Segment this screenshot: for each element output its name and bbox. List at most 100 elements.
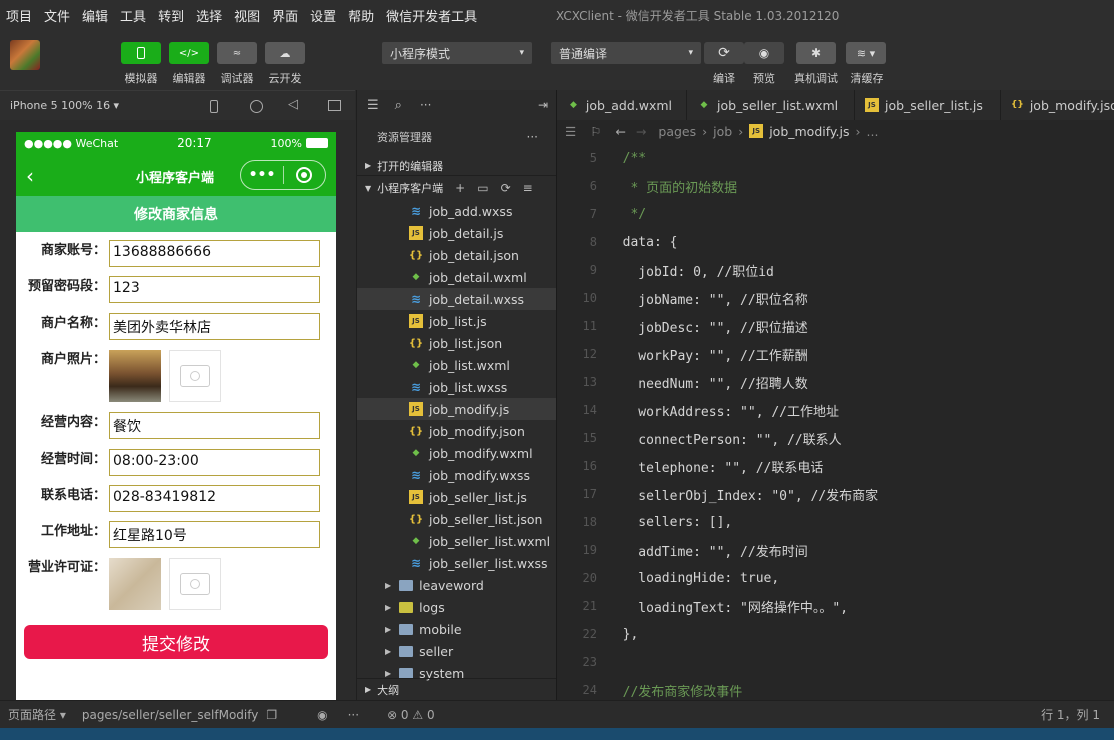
- more-icon[interactable]: ···: [420, 98, 431, 112]
- line-number: 20: [582, 571, 597, 585]
- upload-photo-button[interactable]: [169, 350, 221, 402]
- avatar[interactable]: [10, 40, 40, 70]
- problems-indicator[interactable]: ⊗ 0 ⚠ 0: [387, 708, 435, 722]
- more-icon[interactable]: ···: [348, 708, 359, 722]
- menu-ui[interactable]: 界面: [266, 6, 304, 25]
- folder-item[interactable]: ▶ seller: [357, 640, 556, 662]
- volume-icon[interactable]: ◁: [288, 97, 298, 112]
- file-item[interactable]: ≋ job_add.wxss: [357, 200, 556, 222]
- record-icon[interactable]: [250, 100, 263, 113]
- file-item[interactable]: ◆ job_modify.wxml: [357, 442, 556, 464]
- search-icon[interactable]: ⌕: [395, 98, 402, 113]
- folder-item[interactable]: ▶ mobile: [357, 618, 556, 640]
- preview-button[interactable]: ◉: [744, 42, 784, 64]
- hours-field[interactable]: 08:00-23:00: [109, 449, 320, 476]
- new-file-icon[interactable]: +: [455, 181, 465, 195]
- list-icon[interactable]: ☰: [367, 98, 379, 113]
- submit-button[interactable]: 提交修改: [24, 625, 328, 659]
- more-icon[interactable]: •••: [241, 167, 283, 183]
- forward-icon[interactable]: →: [636, 124, 646, 139]
- copy-icon[interactable]: ❐: [266, 708, 277, 722]
- file-item[interactable]: ◆ job_detail.wxml: [357, 266, 556, 288]
- back-icon[interactable]: ←: [615, 124, 625, 139]
- cursor-position[interactable]: 行 1，列 1: [1041, 706, 1100, 723]
- folder-item[interactable]: ▶ leaveword: [357, 574, 556, 596]
- file-item[interactable]: ≋ job_seller_list.wxss: [357, 552, 556, 574]
- menu-file[interactable]: 文件: [38, 6, 76, 25]
- bookmark-icon[interactable]: ⚐: [590, 124, 601, 139]
- file-item[interactable]: {} job_modify.json: [357, 420, 556, 442]
- eye-icon[interactable]: ◉: [317, 708, 327, 722]
- file-item[interactable]: ≋ job_modify.wxss: [357, 464, 556, 486]
- shop-photo-thumbnail[interactable]: [109, 350, 161, 402]
- menu-project[interactable]: 项目: [0, 6, 38, 25]
- device-select[interactable]: iPhone 5 100% 16 ▾: [10, 99, 119, 112]
- crumb-job[interactable]: job: [713, 124, 732, 139]
- detach-icon[interactable]: [328, 100, 341, 111]
- file-item[interactable]: ≋ job_detail.wxss: [357, 288, 556, 310]
- collapse-icon[interactable]: ≡: [523, 181, 533, 195]
- tab-job-add-wxml[interactable]: ◆ job_add.wxml: [557, 90, 687, 120]
- tab-job-seller-list-js[interactable]: JS job_seller_list.js: [855, 90, 1001, 120]
- new-folder-icon[interactable]: ▭: [477, 181, 488, 195]
- code-text: */: [607, 206, 647, 222]
- name-field[interactable]: 美团外卖华林店: [109, 313, 320, 340]
- file-item[interactable]: ≋ job_list.wxss: [357, 376, 556, 398]
- preview-label: 预览: [753, 72, 775, 85]
- crumb-more[interactable]: ...: [867, 124, 879, 139]
- file-item[interactable]: {} job_list.json: [357, 332, 556, 354]
- close-mini-icon[interactable]: [284, 167, 325, 183]
- line-number: 10: [582, 291, 597, 305]
- list-icon[interactable]: ☰: [565, 124, 576, 139]
- file-item[interactable]: {} job_seller_list.json: [357, 508, 556, 530]
- project-section[interactable]: ▼ 小程序客户端 + ▭ ⟳ ≡: [357, 178, 556, 198]
- open-editors-section[interactable]: ▶ 打开的编辑器: [357, 156, 556, 176]
- clear-cache-button[interactable]: ≋ ▾: [846, 42, 886, 64]
- phone-icon[interactable]: [210, 100, 218, 113]
- menu-wechat-devtools[interactable]: 微信开发者工具: [380, 6, 483, 25]
- refresh-icon[interactable]: ⟳: [501, 181, 511, 195]
- folder-item[interactable]: ▶ logs: [357, 596, 556, 618]
- back-icon[interactable]: ‹: [26, 164, 34, 188]
- split-icon[interactable]: ⇥: [538, 98, 548, 112]
- password-field[interactable]: 123: [109, 276, 320, 303]
- editor-toggle-button[interactable]: </>: [169, 42, 209, 64]
- license-thumbnail[interactable]: [109, 558, 161, 610]
- mode-select[interactable]: 小程序模式 ▾: [382, 42, 532, 64]
- compile-button[interactable]: ⟳: [704, 42, 744, 64]
- file-item[interactable]: ◆ job_list.wxml: [357, 354, 556, 376]
- file-item[interactable]: JS job_detail.js: [357, 222, 556, 244]
- phone-field[interactable]: 028-83419812: [109, 485, 320, 512]
- file-item[interactable]: JS job_modify.js: [357, 398, 556, 420]
- account-field[interactable]: 13688886666: [109, 240, 320, 267]
- file-item[interactable]: JS job_seller_list.js: [357, 486, 556, 508]
- upload-license-button[interactable]: [169, 558, 221, 610]
- menu-edit[interactable]: 编辑: [76, 6, 114, 25]
- crumb-pages[interactable]: pages: [658, 124, 696, 139]
- cloud-dev-button[interactable]: ☁: [265, 42, 305, 64]
- menu-settings[interactable]: 设置: [304, 6, 342, 25]
- crumb-file[interactable]: job_modify.js: [769, 124, 849, 139]
- code-line: 14 workAddress: "", //工作地址: [557, 396, 1114, 424]
- outline-section[interactable]: ▶ 大纲: [357, 678, 556, 700]
- tab-job-modify-json[interactable]: {} job_modify.json: [1001, 90, 1114, 120]
- address-field[interactable]: 红星路10号: [109, 521, 320, 548]
- menu-help[interactable]: 帮助: [342, 6, 380, 25]
- simulator-toggle-button[interactable]: [121, 42, 161, 64]
- menu-tools[interactable]: 工具: [114, 6, 152, 25]
- file-item[interactable]: JS job_list.js: [357, 310, 556, 332]
- compile-select[interactable]: 普通编译 ▾: [551, 42, 701, 64]
- capsule-menu[interactable]: •••: [240, 160, 326, 190]
- page-path-select[interactable]: 页面路径 ▾: [8, 706, 66, 723]
- debugger-toggle-button[interactable]: ≈: [217, 42, 257, 64]
- file-item[interactable]: {} job_detail.json: [357, 244, 556, 266]
- business-field[interactable]: 餐饮: [109, 412, 320, 439]
- file-item[interactable]: ◆ job_seller_list.wxml: [357, 530, 556, 552]
- menu-view[interactable]: 视图: [228, 6, 266, 25]
- code-area[interactable]: 5 /** 6 * 页面的初始数据 7 */8 data: {9 jobId: 0,…: [557, 142, 1114, 700]
- real-debug-button[interactable]: ✱: [796, 42, 836, 64]
- menu-select[interactable]: 选择: [190, 6, 228, 25]
- menu-goto[interactable]: 转到: [152, 6, 190, 25]
- more-icon[interactable]: ···: [527, 130, 538, 144]
- tab-job-seller-list-wxml[interactable]: ◆ job_seller_list.wxml: [687, 90, 855, 120]
